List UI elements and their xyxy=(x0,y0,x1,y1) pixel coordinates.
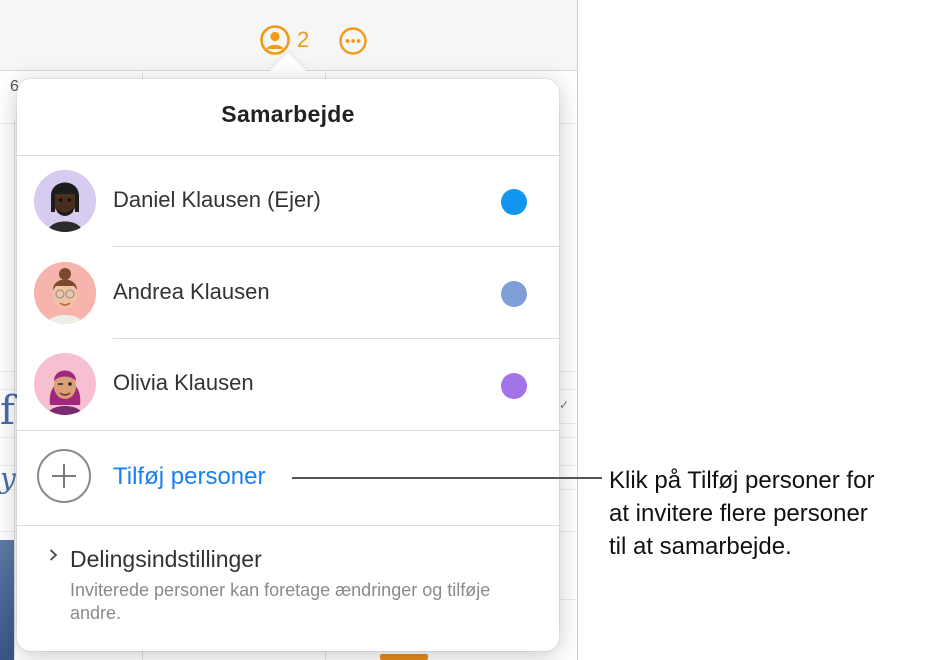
callout-line-3: til at samarbejde. xyxy=(609,533,792,560)
memoji-olivia-icon xyxy=(34,353,96,415)
memoji-daniel-icon xyxy=(34,170,96,232)
participant-color-dot xyxy=(501,281,527,307)
plus-circle-icon xyxy=(37,449,91,503)
participant-name: Andrea Klausen xyxy=(113,279,270,304)
participant-row[interactable]: Andrea Klausen xyxy=(17,247,559,337)
callout-line-1: Klik på Tilføj personer for xyxy=(609,467,875,494)
collaborate-button[interactable]: 2 xyxy=(259,24,309,56)
checkmark-icon: ✓ xyxy=(559,398,570,412)
avatar xyxy=(34,262,96,324)
sharing-settings-row[interactable]: Delingsindstillinger Inviterede personer… xyxy=(17,526,559,646)
avatar xyxy=(34,353,96,415)
sharing-settings-title: Delingsindstillinger xyxy=(70,546,262,572)
callout-line-2: at invitere flere personer xyxy=(609,500,868,527)
sharing-settings-description: Inviterede personer kan foretage ændring… xyxy=(70,580,491,623)
callout-line xyxy=(292,477,602,479)
chevron-right-icon xyxy=(49,549,58,561)
participant-color-dot xyxy=(501,189,527,215)
person-circle-icon xyxy=(260,25,290,55)
callout-text: Klik på Tilføj personer for at invitere … xyxy=(609,464,945,563)
add-people-label: Tilføj personer xyxy=(113,463,266,490)
collaborator-count: 2 xyxy=(297,27,310,52)
participant-color-dot xyxy=(501,373,527,399)
collaboration-popover: Samarbejde Daniel Klausen (Ejer) Andrea … xyxy=(17,79,559,651)
avatar xyxy=(34,170,96,232)
participant-name: Daniel Klausen (Ejer) xyxy=(113,187,321,212)
document-image-fragment xyxy=(0,540,14,660)
memoji-andrea-icon xyxy=(34,262,96,324)
participant-row[interactable]: Olivia Klausen xyxy=(17,339,559,429)
popover-title: Samarbejde xyxy=(221,101,355,127)
document-text-fragment: f xyxy=(0,388,15,434)
document-text-fragment: y xyxy=(0,462,16,495)
ellipsis-circle-icon[interactable] xyxy=(338,26,368,56)
document-shape-fragment xyxy=(380,654,428,660)
participant-name: Olivia Klausen xyxy=(113,370,254,395)
participant-row[interactable]: Daniel Klausen (Ejer) xyxy=(17,156,559,246)
